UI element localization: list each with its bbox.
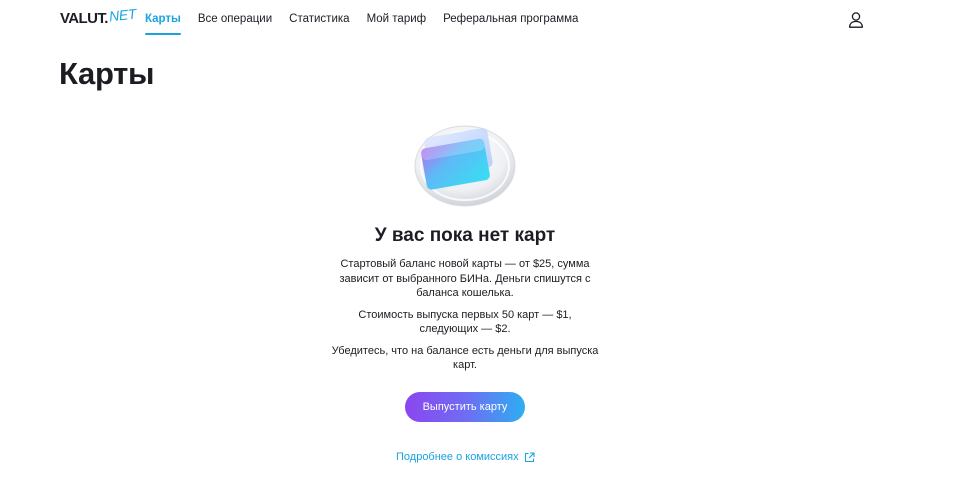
issue-cost-text: Стоимость выпуска первых 50 карт — $1, с… xyxy=(358,308,572,336)
issue-card-button[interactable]: Выпустить карту xyxy=(405,392,525,422)
empty-state-description: Стартовый баланс новой карты — от $25, с… xyxy=(330,257,600,380)
user-icon[interactable] xyxy=(846,10,866,30)
starting-balance-text: Стартовый баланс новой карты — от $25, с… xyxy=(339,258,591,299)
logo-text: VALUT. xyxy=(60,10,108,27)
brand-logo[interactable]: VALUT. NET xyxy=(60,6,137,27)
fee-details-link-label: Подробнее о комиссиях xyxy=(396,451,519,463)
empty-state-title: У вас пока нет карт xyxy=(374,225,556,246)
card-illustration-icon xyxy=(412,116,518,208)
top-navigation-bar: VALUT. NET Карты Все операции Статистика… xyxy=(0,0,970,40)
nav-item-referral-program[interactable]: Реферальная программа xyxy=(443,13,578,25)
nav-item-cards[interactable]: Карты xyxy=(145,13,181,35)
fee-details-link[interactable]: Подробнее о комиссиях xyxy=(396,451,535,463)
main-nav: Карты Все операции Статистика Мой тариф … xyxy=(145,13,595,35)
nav-item-all-operations[interactable]: Все операции xyxy=(198,13,272,25)
nav-item-my-tariff[interactable]: Мой тариф xyxy=(367,13,427,25)
logo-accent-text: NET xyxy=(108,5,137,25)
nav-item-statistics[interactable]: Статистика xyxy=(289,13,349,25)
balance-reminder-text: Убедитесь, что на балансе есть деньги дл… xyxy=(331,344,599,372)
external-link-icon xyxy=(524,451,535,462)
page-title: Карты xyxy=(59,56,155,91)
